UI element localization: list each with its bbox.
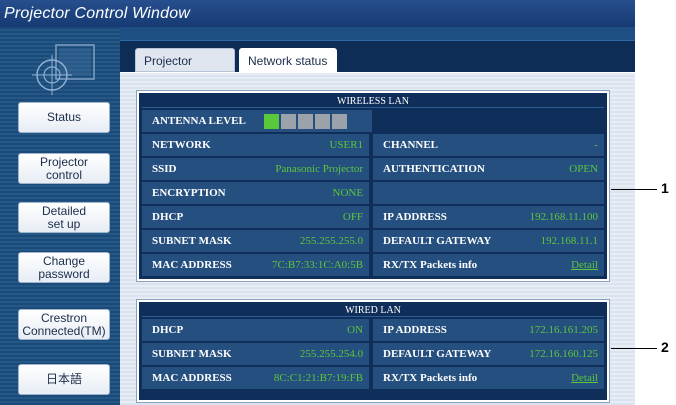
field-value: 255.255.255.0	[250, 230, 370, 252]
wired-lan-title: WIRED LAN	[142, 304, 604, 317]
wireless-lan-panel: WIRELESS LAN ANTENNA LEVEL NETWORK USER1 C…	[136, 90, 610, 282]
field-value: -	[511, 134, 604, 156]
field-value: 192.168.11.1	[511, 230, 604, 252]
antenna-bar	[315, 113, 330, 129]
sidebar-item-language[interactable]: 日本語	[18, 364, 110, 395]
sidebar-item-detailed-setup[interactable]: Detailed set up	[18, 202, 110, 233]
field-value: 172.16.160.125	[511, 343, 604, 365]
field-value: NONE	[250, 182, 370, 204]
callout-line-2	[611, 348, 657, 349]
field-label: SSID	[142, 158, 251, 180]
top-strip	[120, 27, 635, 41]
main-area: Projector status Network status WIRELESS…	[120, 27, 635, 405]
info-row: NETWORK USER1 CHANNEL -	[142, 134, 604, 156]
field-label: SUBNET MASK	[142, 343, 251, 365]
field-label: DEFAULT GATEWAY	[373, 230, 512, 252]
tab-projector-status[interactable]: Projector status	[135, 48, 235, 92]
field-label: MAC ADDRESS	[142, 254, 251, 276]
info-row: SSID Panasonic Projector AUTHENTICATION OPE…	[142, 158, 604, 180]
field-label: CHANNEL	[373, 134, 512, 156]
field-label: DEFAULT GATEWAY	[373, 343, 512, 365]
antenna-bar	[264, 113, 279, 129]
callout-1: 1	[661, 180, 669, 196]
detail-link[interactable]: Detail	[511, 254, 604, 276]
info-row: MAC ADDRESS 8C:C1:21:B7:19:FB RX/TX Packet…	[142, 367, 604, 389]
info-row: ENCRYPTION NONE	[142, 182, 604, 204]
field-label: NETWORK	[142, 134, 251, 156]
antenna-bar	[332, 113, 347, 129]
wired-lan-panel: WIRED LAN DHCP ON IP ADDRESS 172.16.161.205…	[136, 299, 610, 403]
sidebar-item-status[interactable]: Status	[18, 102, 110, 133]
field-value: 8C:C1:21:B7:19:FB	[250, 367, 370, 389]
sidebar-item-change-password[interactable]: Change password	[18, 252, 110, 283]
callout-2: 2	[661, 339, 669, 355]
field-value: ON	[250, 319, 370, 341]
antenna-level-meter	[252, 113, 347, 129]
field-label: RX/TX Packets info	[373, 254, 512, 276]
detail-link[interactable]: Detail	[511, 367, 604, 389]
field-label: IP ADDRESS	[373, 319, 512, 341]
info-row: DHCP ON IP ADDRESS 172.16.161.205	[142, 319, 604, 341]
info-row: SUBNET MASK 255.255.255.0 DEFAULT GATEWAY 1…	[142, 230, 604, 252]
tab-network-status[interactable]: Network status	[239, 48, 337, 73]
field-label	[373, 182, 512, 204]
field-value: 7C:B7:33:1C:A0:5B	[250, 254, 370, 276]
field-label: DHCP	[142, 206, 251, 228]
field-value: USER1	[250, 134, 370, 156]
window-title: Projector Control Window	[0, 0, 635, 27]
projector-control-window: Projector Control Window Status Projecto…	[0, 0, 635, 405]
antenna-level-label: ANTENNA LEVEL	[142, 110, 252, 132]
field-label: MAC ADDRESS	[142, 367, 251, 389]
field-value: 192.168.11.100	[511, 206, 604, 228]
sidebar: Status Projector control Detailed set up…	[0, 27, 120, 405]
field-label: DHCP	[142, 319, 251, 341]
field-value: Panasonic Projector	[250, 158, 370, 180]
info-row: SUBNET MASK 255.255.254.0 DEFAULT GATEWAY 1…	[142, 343, 604, 365]
callout-line-1	[611, 189, 657, 190]
sidebar-item-projector-control[interactable]: Projector control	[18, 153, 110, 184]
field-label: SUBNET MASK	[142, 230, 251, 252]
network-status-content: WIRELESS LAN ANTENNA LEVEL NETWORK USER1 C…	[120, 72, 635, 405]
field-value: 255.255.254.0	[250, 343, 370, 365]
antenna-bar	[281, 113, 296, 129]
field-value: OPEN	[511, 158, 604, 180]
field-label: AUTHENTICATION	[373, 158, 512, 180]
info-row: DHCP OFF IP ADDRESS 192.168.11.100	[142, 206, 604, 228]
field-value: 172.16.161.205	[511, 319, 604, 341]
field-label: IP ADDRESS	[373, 206, 512, 228]
info-row: MAC ADDRESS 7C:B7:33:1C:A0:5B RX/TX Packet…	[142, 254, 604, 276]
projector-logo-icon	[32, 44, 95, 95]
field-value: OFF	[250, 206, 370, 228]
field-label: ENCRYPTION	[142, 182, 251, 204]
wireless-lan-title: WIRELESS LAN	[142, 95, 604, 108]
sidebar-item-crestron[interactable]: Crestron Connected(TM)	[18, 309, 110, 340]
field-value	[511, 182, 604, 204]
antenna-row: ANTENNA LEVEL	[142, 110, 604, 132]
field-label: RX/TX Packets info	[373, 367, 512, 389]
antenna-bar	[298, 113, 313, 129]
